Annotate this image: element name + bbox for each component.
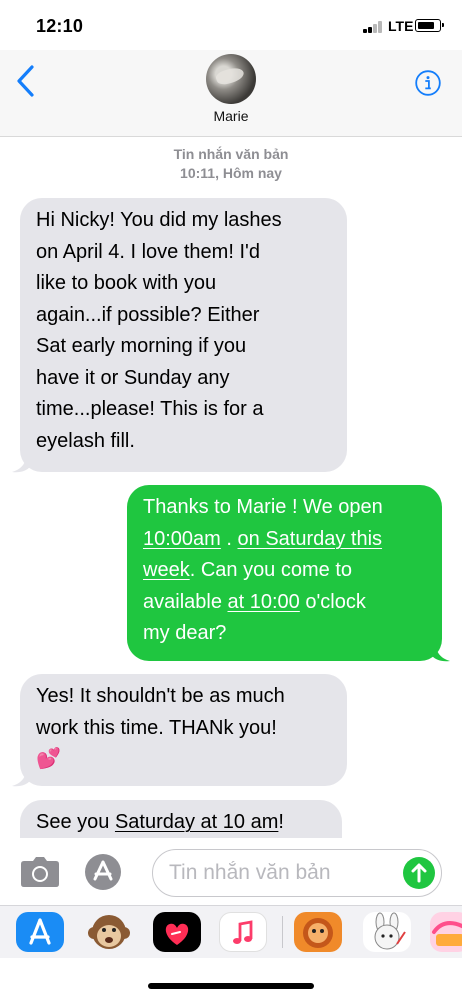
message-line: eyelash fill. xyxy=(36,429,135,452)
status-bar: 12:10 LTE xyxy=(0,0,462,50)
message-line: Sat early morning if you xyxy=(36,335,247,357)
message-input[interactable] xyxy=(167,858,391,888)
home-indicator xyxy=(148,983,314,989)
send-button[interactable] xyxy=(403,857,435,889)
signal-strength-icon xyxy=(363,21,387,33)
outgoing-message[interactable]: Thanks to Marie ! We open 10:00am . on S… xyxy=(127,485,442,661)
time-link-2[interactable]: at 10:00 xyxy=(228,591,300,613)
message-line: my dear? xyxy=(143,622,227,644)
bubble-tail xyxy=(432,644,450,662)
date-link[interactable]: Saturday at 10 am xyxy=(115,811,278,833)
conversation-header: Marie xyxy=(0,50,462,137)
date-link-continued[interactable]: week xyxy=(143,559,190,581)
time-link[interactable]: 10:00am xyxy=(143,528,221,550)
sticker-bunny-icon[interactable] xyxy=(363,912,411,952)
incoming-message[interactable]: Yes! It shouldn't be as much work this t… xyxy=(20,674,347,786)
info-icon[interactable] xyxy=(415,70,441,96)
message-line: have it or Sunday any xyxy=(36,366,230,389)
compose-bar xyxy=(0,838,462,908)
message-line: week. Can you come to xyxy=(143,559,353,581)
message-line: Hi Nicky! You did my lashes xyxy=(36,209,282,231)
message-line: See you Saturday at 10 am! xyxy=(36,811,284,833)
app-store-icon[interactable] xyxy=(16,912,64,952)
thread-timestamp: 10:11, Hôm nay xyxy=(180,165,282,181)
music-icon[interactable] xyxy=(219,912,267,952)
thread-meta: Tin nhắn văn bản 10:11, Hôm nay xyxy=(0,145,462,183)
message-line: 10:00am . on Saturday this xyxy=(143,527,383,550)
message-line: like to book with you xyxy=(36,272,217,294)
camera-icon[interactable] xyxy=(20,856,60,888)
two-hearts-emoji: 💕 xyxy=(36,748,61,770)
incoming-message[interactable]: Hi Nicky! You did my lashes on April 4. … xyxy=(20,198,347,472)
message-line: available at 10:00 o'clock xyxy=(143,590,366,613)
sticker-pack-icon[interactable] xyxy=(294,912,342,952)
app-drawer xyxy=(0,905,462,958)
sticker-pack-icon-2[interactable] xyxy=(430,912,462,952)
contact-name[interactable]: Marie xyxy=(0,108,462,124)
status-time: 12:10 xyxy=(36,16,84,36)
network-type: LTE xyxy=(388,18,414,34)
message-line: work this time. THANk you! xyxy=(36,716,277,739)
bubble-tail xyxy=(12,769,30,787)
message-line: time...please! This is for a xyxy=(36,398,264,420)
message-line: Thanks to Marie ! We open xyxy=(143,496,383,518)
message-line: on April 4. I love them! I'd xyxy=(36,240,260,263)
thread-label: Tin nhắn văn bản xyxy=(173,146,289,162)
app-store-icon[interactable] xyxy=(85,854,121,890)
drawer-divider xyxy=(282,916,283,948)
battery-icon xyxy=(415,19,444,32)
bubble-tail xyxy=(12,455,30,473)
animoji-monkey-icon[interactable] xyxy=(85,912,133,952)
message-line: Yes! It shouldn't be as much xyxy=(36,685,285,707)
message-input-field[interactable] xyxy=(152,849,442,897)
digital-touch-icon[interactable] xyxy=(153,912,201,952)
back-chevron-icon[interactable] xyxy=(14,64,38,98)
contact-avatar[interactable] xyxy=(206,54,256,104)
message-line: again...if possible? Either xyxy=(36,303,260,326)
date-link[interactable]: on Saturday this xyxy=(238,528,383,550)
arrow-up-icon xyxy=(411,863,427,883)
